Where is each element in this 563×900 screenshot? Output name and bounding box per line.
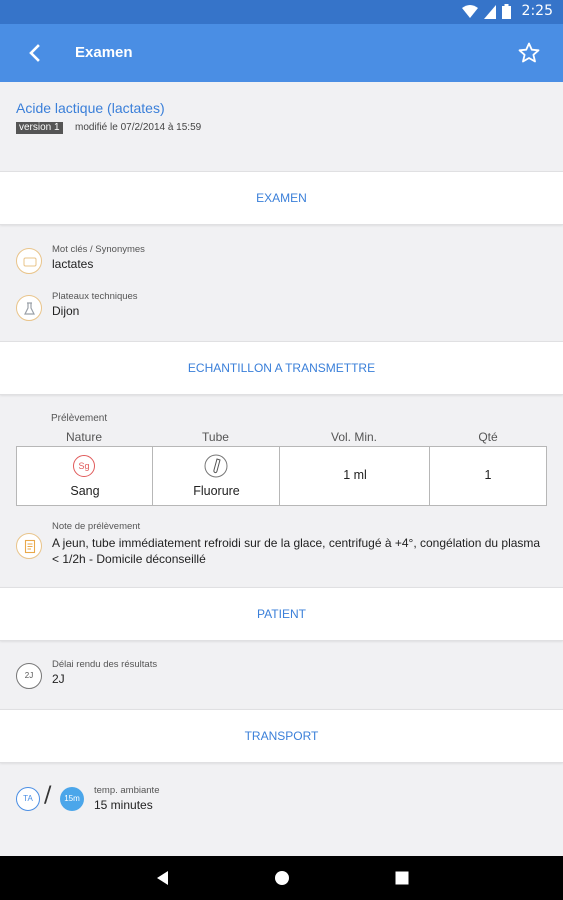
keywords-label: Mot clés / Synonymes	[52, 244, 145, 255]
transport-duration-value: 15 minutes	[94, 798, 153, 812]
section-echantillon-label: ECHANTILLON A TRANSMETTRE	[187, 361, 376, 375]
section-echantillon[interactable]: ECHANTILLON A TRANSMETTRE	[0, 341, 563, 395]
favorite-star-icon[interactable]	[517, 41, 541, 65]
result-delay-value: 2J	[52, 672, 65, 686]
sample-table-row: Sg Sang Fluorure 1 ml 1	[16, 446, 547, 506]
app-bar: Examen	[0, 24, 563, 82]
header-qty: Qté	[478, 430, 498, 444]
document-icon	[16, 533, 42, 559]
transport-temp-label: temp. ambiante	[94, 785, 160, 796]
nature-value: Sang	[70, 484, 100, 498]
status-bar: 2:25	[0, 0, 563, 24]
exam-header: Acide lactique (lactates) version 1 modi…	[0, 82, 563, 172]
header-nature: Nature	[65, 430, 103, 444]
nav-home-icon[interactable]	[272, 868, 292, 888]
version-badge: version 1	[16, 122, 63, 134]
sample-table-headers: Nature Tube Vol. Min. Qté	[16, 430, 547, 446]
transport-row: TA / 15m temp. ambiante 15 minutes	[16, 783, 316, 817]
note-text: A jeun, tube immédiatement refroidi sur …	[52, 536, 541, 566]
battery-icon	[502, 4, 511, 19]
section-transport[interactable]: TRANSPORT	[0, 709, 563, 763]
delay-icon: 2J	[16, 663, 42, 689]
note-label: Note de prélèvement	[52, 521, 141, 532]
cell-qty: 1	[430, 447, 546, 505]
technical-platforms-label: Plateaux techniques	[52, 291, 138, 302]
header-tube: Tube	[202, 430, 229, 444]
qty-value: 1	[484, 468, 492, 482]
vol-min-value: 1 ml	[343, 468, 367, 482]
flask-icon	[16, 295, 42, 321]
tag-icon	[16, 248, 42, 274]
status-icons	[462, 4, 511, 19]
status-time: 2:25	[521, 3, 553, 19]
signal-icon	[484, 4, 496, 19]
section-patient-label: PATIENT	[257, 607, 306, 621]
app-bar-title: Examen	[75, 44, 133, 61]
system-nav-bar	[0, 856, 563, 900]
cell-vol-min: 1 ml	[280, 447, 430, 505]
slash-divider: /	[44, 783, 52, 808]
prelevement-label: Prélèvement	[51, 413, 108, 424]
duration-icon: 15m	[60, 787, 84, 811]
technical-platforms-value: Dijon	[52, 304, 80, 318]
section-patient[interactable]: PATIENT	[0, 587, 563, 641]
nav-back-icon[interactable]	[153, 868, 173, 888]
nav-recents-icon[interactable]	[392, 868, 412, 888]
blood-sample-icon: Sg	[73, 455, 95, 477]
section-examen-label: EXAMEN	[256, 191, 307, 205]
header-vol-min: Vol. Min.	[330, 430, 378, 444]
tube-icon	[204, 454, 228, 478]
temperature-icon: TA	[16, 787, 40, 811]
wifi-icon	[462, 4, 478, 18]
section-transport-label: TRANSPORT	[244, 729, 319, 743]
keywords-value: lactates	[52, 257, 94, 271]
section-examen[interactable]: EXAMEN	[0, 171, 563, 225]
exam-name: Acide lactique (lactates)	[16, 100, 165, 116]
modified-date: modifié le 07/2/2014 à 15:59	[75, 122, 202, 133]
tube-value: Fluorure	[193, 484, 240, 498]
back-chevron-icon[interactable]	[22, 40, 48, 66]
cell-nature: Sg Sang	[17, 447, 153, 505]
result-delay-label: Délai rendu des résultats	[52, 659, 158, 670]
cell-tube: Fluorure	[153, 447, 280, 505]
